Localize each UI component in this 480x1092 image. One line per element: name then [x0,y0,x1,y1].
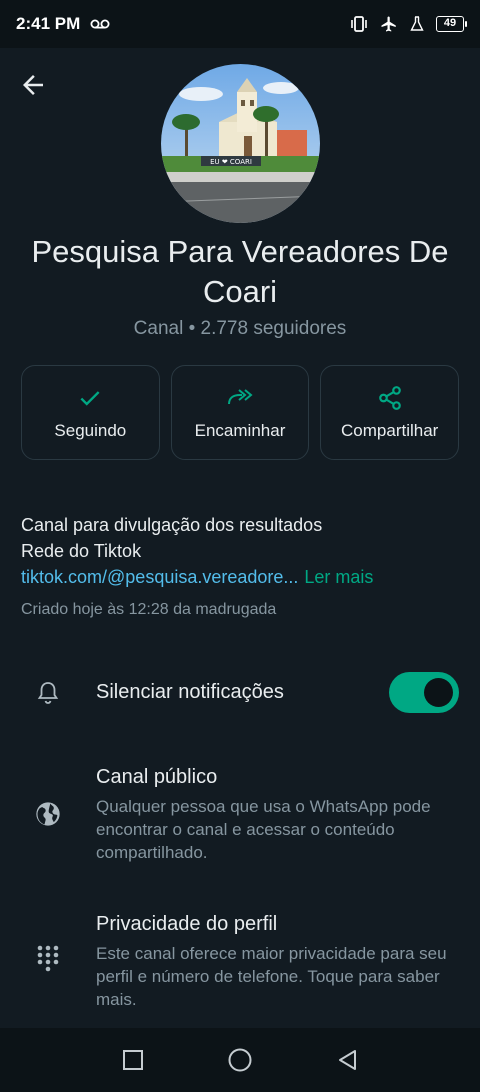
airplane-icon [381,16,396,32]
back-nav-button[interactable] [332,1045,362,1075]
bell-icon [34,679,62,707]
read-more-link[interactable]: Ler mais [304,567,373,587]
share-button[interactable]: Compartilhar [320,365,460,460]
vibrate-icon [351,16,367,32]
circle-icon [228,1048,252,1072]
channel-name: Pesquisa Para Vereadores De Coari [31,234,449,309]
home-button[interactable] [225,1045,255,1075]
status-left: 2:41 PM [16,14,110,34]
system-navigation-bar [0,1028,480,1092]
forward-label: Encaminhar [194,420,286,440]
forward-button[interactable]: Encaminhar [170,365,310,460]
description-line-1: Canal para divulgação dos resultados [21,515,323,535]
church-photo: EU ❤ COARI [161,64,320,223]
share-label: Compartilhar [341,420,439,440]
status-time: 2:41 PM [16,14,81,33]
globe-icon [34,800,62,828]
voicemail-icon [90,19,110,29]
recents-button[interactable] [118,1045,148,1075]
profile-privacy-description: Este canal oferece maior privacidade par… [96,944,447,1009]
check-icon [80,390,100,406]
profile-privacy-title: Privacidade do perfil [96,913,278,935]
description-line-2: Rede do Tiktok [21,541,142,561]
public-channel-description: Qualquer pessoa que usa o WhatsApp pode … [96,797,431,862]
following-button[interactable]: Seguindo [21,365,160,460]
tiktok-link[interactable]: tiktok.com/@pesquisa.vereadore... [21,567,298,587]
arrow-left-icon [23,75,43,95]
share-icon [378,385,401,410]
created-date: Criado hoje às 12:28 da madrugada [21,601,277,618]
public-channel-title: Canal público [96,766,218,788]
following-label: Seguindo [54,420,127,440]
forward-icon [228,388,253,404]
dialpad-icon [34,945,62,973]
toggle-knob [424,678,453,707]
status-bar: 2:41 PM 49 [0,0,480,48]
channel-avatar[interactable]: EU ❤ COARI [161,64,320,223]
flask-icon [410,16,424,31]
channel-description: Canal para divulgação dos resultados Red… [21,512,461,590]
battery-indicator: 49 [436,16,467,32]
action-buttons: Seguindo Encaminhar Compartilhar [21,365,460,460]
square-icon [123,1050,144,1070]
mute-toggle[interactable] [389,672,459,713]
channel-subtitle: Canal • 2.778 seguidores [133,318,347,339]
status-right: 49 [350,15,467,33]
back-button[interactable] [18,70,48,100]
description-link-row: tiktok.com/@pesquisa.vereadore... Ler mai… [21,564,461,590]
mute-notifications-label: Silenciar notificações [96,681,284,703]
triangle-back-icon [338,1050,356,1070]
avatar-sign-text: EU ❤ COARI [210,158,252,166]
